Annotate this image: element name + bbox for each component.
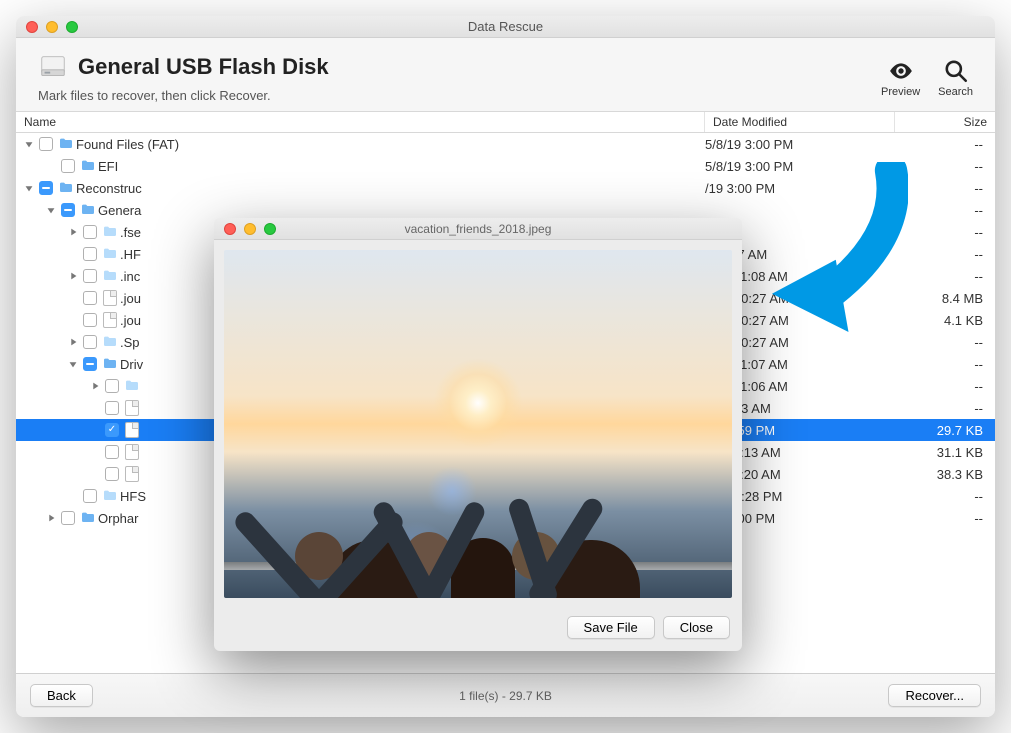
folder-icon xyxy=(78,202,98,218)
row-size: -- xyxy=(895,401,995,416)
disclosure-triangle[interactable] xyxy=(44,512,58,524)
row-checkbox[interactable] xyxy=(80,489,100,503)
folder-icon xyxy=(100,488,120,504)
disclosure-triangle[interactable] xyxy=(22,138,36,150)
row-size: -- xyxy=(895,511,995,526)
row-size: -- xyxy=(895,203,995,218)
file-icon xyxy=(122,466,142,482)
row-size: -- xyxy=(895,357,995,372)
row-size: -- xyxy=(895,137,995,152)
folder-icon xyxy=(100,356,120,372)
row-date: /19 3:00 PM xyxy=(705,181,895,196)
row-checkbox[interactable] xyxy=(58,511,78,525)
row-date: 5/8/19 3:00 PM xyxy=(705,159,895,174)
row-date: 5/8/19 3:00 PM xyxy=(705,137,895,152)
footer-bar: Back 1 file(s) - 29.7 KB Recover... xyxy=(16,673,995,717)
preview-title: vacation_friends_2018.jpeg xyxy=(214,222,742,236)
row-size: 31.1 KB xyxy=(895,445,995,460)
row-size: 4.1 KB xyxy=(895,313,995,328)
row-size: 38.3 KB xyxy=(895,467,995,482)
tree-row[interactable]: Reconstruc /19 3:00 PM -- xyxy=(16,177,995,199)
row-size: -- xyxy=(895,335,995,350)
folder-icon xyxy=(78,510,98,526)
row-name: EFI xyxy=(98,159,705,174)
search-icon xyxy=(943,58,969,84)
row-checkbox[interactable] xyxy=(80,335,100,349)
row-checkbox[interactable] xyxy=(102,401,122,415)
search-button[interactable]: Search xyxy=(938,58,973,98)
disclosure-triangle[interactable] xyxy=(44,204,58,216)
folder-icon xyxy=(100,246,120,262)
column-size[interactable]: Size xyxy=(895,112,995,132)
row-checkbox[interactable] xyxy=(80,269,100,283)
row-checkbox[interactable] xyxy=(36,137,56,151)
row-size: -- xyxy=(895,489,995,504)
preview-titlebar[interactable]: vacation_friends_2018.jpeg xyxy=(214,218,742,240)
folder-icon xyxy=(78,158,98,174)
row-name: Found Files (FAT) xyxy=(76,137,705,152)
main-titlebar[interactable]: Data Rescue xyxy=(16,16,995,38)
folder-icon xyxy=(122,378,142,394)
file-icon xyxy=(100,290,120,306)
row-name: Genera xyxy=(98,203,705,218)
folder-icon xyxy=(100,224,120,240)
disk-icon xyxy=(38,52,68,82)
row-checkbox[interactable] xyxy=(80,247,100,261)
column-headers[interactable]: Name Date Modified Size xyxy=(16,111,995,133)
row-checkbox[interactable] xyxy=(102,467,122,481)
preview-window[interactable]: vacation_friends_2018.jpeg Save File Clo… xyxy=(214,218,742,651)
row-checkbox[interactable] xyxy=(80,225,100,239)
row-size: -- xyxy=(895,225,995,240)
folder-icon xyxy=(56,180,76,196)
close-preview-button[interactable]: Close xyxy=(663,616,730,639)
disclosure-triangle[interactable] xyxy=(66,270,80,282)
row-checkbox[interactable] xyxy=(80,313,100,327)
disclosure-triangle[interactable] xyxy=(66,358,80,370)
folder-icon xyxy=(100,268,120,284)
disclosure-triangle[interactable] xyxy=(66,336,80,348)
page-title: General USB Flash Disk xyxy=(78,54,329,80)
column-name[interactable]: Name xyxy=(16,112,705,132)
eye-icon xyxy=(888,58,914,84)
row-checkbox[interactable]: ✓ xyxy=(102,423,122,437)
disclosure-triangle[interactable] xyxy=(22,182,36,194)
preview-button[interactable]: Preview xyxy=(881,58,920,98)
tree-row[interactable]: EFI 5/8/19 3:00 PM -- xyxy=(16,155,995,177)
row-checkbox[interactable] xyxy=(102,445,122,459)
disclosure-triangle[interactable] xyxy=(66,226,80,238)
row-size: -- xyxy=(895,181,995,196)
row-size: -- xyxy=(895,379,995,394)
header: General USB Flash Disk Mark files to rec… xyxy=(16,38,995,111)
row-checkbox[interactable] xyxy=(102,379,122,393)
row-size: -- xyxy=(895,247,995,262)
row-name: Reconstruc xyxy=(76,181,705,196)
window-title: Data Rescue xyxy=(16,19,995,34)
folder-icon xyxy=(100,334,120,350)
file-icon xyxy=(122,444,142,460)
status-text: 1 file(s) - 29.7 KB xyxy=(16,689,995,703)
folder-icon xyxy=(56,136,76,152)
row-size: -- xyxy=(895,159,995,174)
preview-image xyxy=(224,250,732,598)
file-icon xyxy=(100,312,120,328)
save-file-button[interactable]: Save File xyxy=(567,616,655,639)
file-icon xyxy=(122,400,142,416)
column-date[interactable]: Date Modified xyxy=(705,112,895,132)
row-size: -- xyxy=(895,269,995,284)
row-checkbox[interactable] xyxy=(58,203,78,217)
row-checkbox[interactable] xyxy=(80,291,100,305)
row-size: 29.7 KB xyxy=(895,423,995,438)
page-subtitle: Mark files to recover, then click Recove… xyxy=(38,88,329,103)
tree-row[interactable]: Found Files (FAT) 5/8/19 3:00 PM -- xyxy=(16,133,995,155)
disclosure-triangle[interactable] xyxy=(88,380,102,392)
row-checkbox[interactable] xyxy=(80,357,100,371)
row-size: 8.4 MB xyxy=(895,291,995,306)
row-checkbox[interactable] xyxy=(36,181,56,195)
file-icon xyxy=(122,422,142,438)
row-checkbox[interactable] xyxy=(58,159,78,173)
